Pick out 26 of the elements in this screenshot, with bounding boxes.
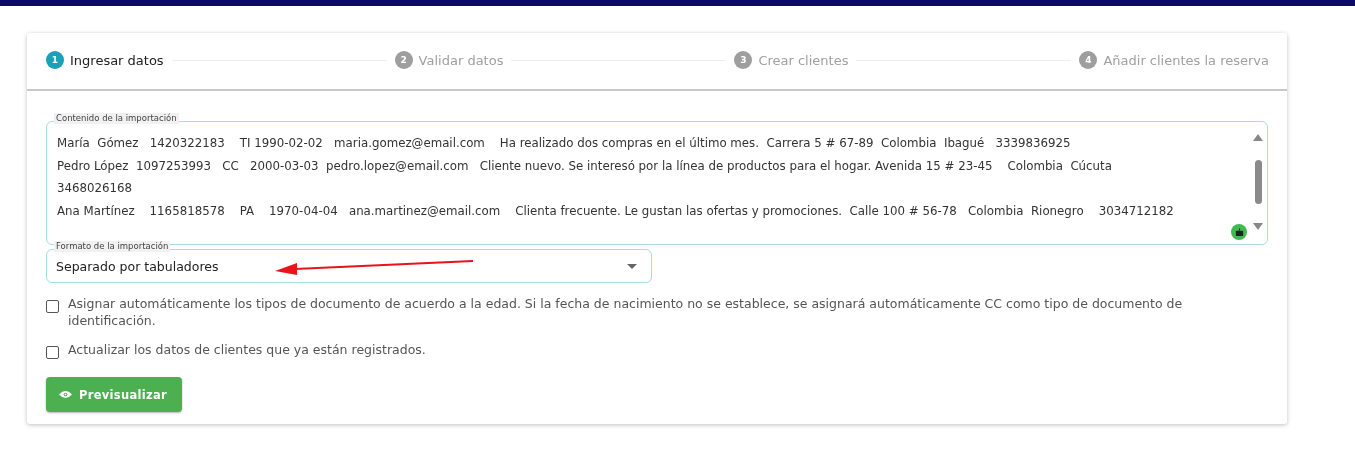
text-line: Ana Martínez 1165818578 PA 1970-04-04 ana.martinez@email.com Clienta frecuente. Le gustan las ofertas y promociones. Calle 100 # 56-78 Colombia Rionegro 3034712182 [57, 202, 1175, 220]
eye-icon [59, 390, 72, 399]
caret-icon [627, 263, 637, 269]
text-line: Pedro López 1097253993 CC 2000-03-03 pedro.lopez@email.com Cliente nuevo. Se interesó por la línea de productos para el hogar. Avenida 15 # 23-45 Colombia Cúcuta [57, 157, 1113, 175]
step-number: 1 [46, 51, 64, 69]
step-label: Ingresar datos [70, 52, 164, 68]
step-number: 4 [1079, 51, 1098, 69]
step-label: Crear clientes [758, 52, 849, 68]
checkbox-label: Asignar automáticamente los tipos de documento de acuerdo a la edad. Si la fecha de nacimiento no se establece, se asignará automáticamente CC como tipo de documento de identificación. [68, 295, 1184, 329]
step-number: 2 [394, 51, 413, 69]
field-label: Formato de la importación [54, 241, 171, 252]
text-line: 3468026168 [57, 180, 134, 197]
checkbox[interactable] [46, 346, 59, 359]
scrollbar-thumb[interactable] [1254, 160, 1262, 204]
field-label: Contenido de la importación [54, 113, 179, 124]
step-label: Validar datos [418, 52, 504, 68]
checkbox[interactable] [46, 300, 59, 313]
scroll-up-icon[interactable] [1253, 134, 1263, 141]
text-line: María Gómez 1420322183 TI 1990-02-02 maria.gomez@email.com Ha realizado dos compras en el último mes. Carrera 5 # 67-89 Colombia Ibagué 3339836925 [57, 135, 1072, 152]
format-select[interactable]: Separado por tabuladores [46, 249, 652, 283]
select-value: Separado por tabuladores [56, 258, 219, 274]
robot-icon[interactable] [1231, 224, 1247, 240]
checkbox-label: Actualizar los datos de clientes que ya están registrados. [68, 341, 426, 358]
scroll-down-icon[interactable] [1253, 223, 1263, 230]
step-number: 3 [734, 51, 753, 69]
step-label: Añadir clientes la reserva [1103, 52, 1269, 68]
